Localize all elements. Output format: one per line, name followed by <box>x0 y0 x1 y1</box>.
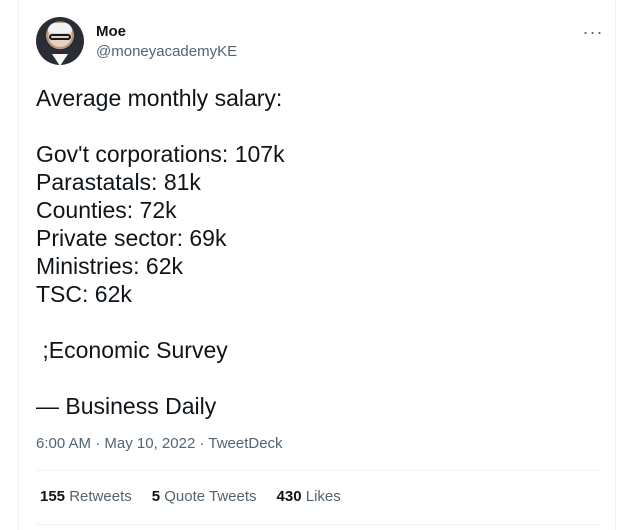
quote-tweets-count: 5 <box>151 488 161 505</box>
meta-separator: · <box>91 435 105 452</box>
avatar-glasses <box>49 34 71 40</box>
quote-tweets-stat[interactable]: 5 Quote Tweets <box>152 487 257 507</box>
tweet-source[interactable]: TweetDeck <box>208 435 282 452</box>
tweet-meta: 6:00 AM · May 10, 2022 · TweetDeck <box>36 434 283 454</box>
tweet-line <box>36 364 596 392</box>
quote-tweets-label: Quote Tweets <box>164 488 257 505</box>
author-name[interactable]: Moe <box>96 22 126 42</box>
meta-separator: · <box>195 435 209 452</box>
tweet-line: Parastatals: 81k <box>36 169 201 195</box>
more-horizontal-icon: ··· <box>582 22 604 42</box>
author-handle[interactable]: @moneyacademyKE <box>96 42 237 62</box>
more-options-button[interactable]: ··· <box>581 20 605 44</box>
tweet-line: — Business Daily <box>36 393 217 419</box>
retweets-label: Retweets <box>69 488 132 505</box>
tweet-timestamp-time[interactable]: 6:00 AM <box>36 435 91 452</box>
tweet-text: Average monthly salary: Gov't corporatio… <box>36 84 596 420</box>
retweets-stat[interactable]: 155 Retweets <box>40 487 132 507</box>
divider <box>36 524 600 525</box>
avatar-hair <box>48 23 72 33</box>
retweets-count: 155 <box>40 488 66 505</box>
tweet-line: TSC: 62k <box>36 281 132 307</box>
likes-label: Likes <box>305 488 341 505</box>
likes-stat[interactable]: 430 Likes <box>277 487 341 507</box>
tweet-timestamp-date[interactable]: May 10, 2022 <box>104 435 195 452</box>
tweet-line: Average monthly salary: <box>36 85 283 111</box>
tweet-line: Private sector: 69k <box>36 225 227 251</box>
tweet-line: Ministries: 62k <box>36 253 183 279</box>
tweet-line: Gov't corporations: 107k <box>36 141 285 167</box>
avatar[interactable] <box>36 17 84 65</box>
avatar-collar <box>52 54 68 65</box>
engagement-stats: 155 Retweets 5 Quote Tweets 430 Likes <box>40 487 341 507</box>
tweet-line: ;Economic Survey <box>36 337 228 363</box>
tweet-card: Moe @moneyacademyKE ··· Average monthly … <box>18 0 616 530</box>
tweet-line <box>36 308 596 336</box>
tweet-line: Counties: 72k <box>36 197 177 223</box>
divider <box>36 470 600 471</box>
likes-count: 430 <box>276 488 302 505</box>
tweet-line <box>36 112 596 140</box>
